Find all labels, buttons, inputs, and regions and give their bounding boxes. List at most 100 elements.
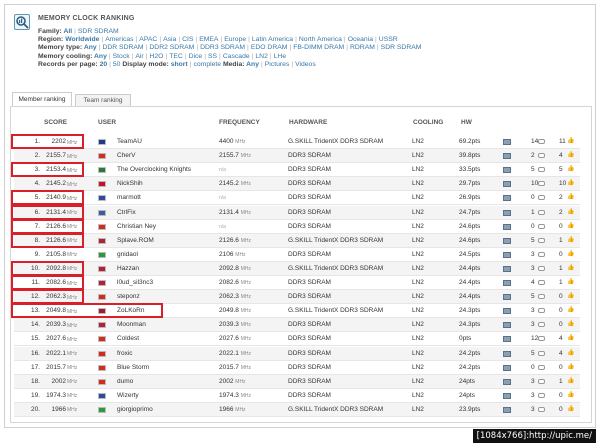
user-link[interactable]: TeamAU xyxy=(117,138,142,145)
filter-option[interactable]: North America xyxy=(299,36,342,43)
table-row[interactable]: 12. 2062.3 MHz steponz 2062.3 MHz DDR3 SDRAM L… xyxy=(14,290,580,305)
camera-icon[interactable] xyxy=(503,406,511,413)
user-link[interactable]: CherV xyxy=(117,152,135,159)
column-score[interactable]: SCORE xyxy=(44,119,67,126)
filter-option[interactable]: Oceania xyxy=(348,36,373,43)
thumbs-up-icon[interactable]: 👍 xyxy=(567,278,574,285)
camera-icon[interactable] xyxy=(503,153,511,160)
filter-option[interactable]: complete xyxy=(193,61,221,68)
camera-icon[interactable] xyxy=(503,167,511,174)
camera-icon[interactable] xyxy=(503,294,511,301)
filter-option[interactable]: Stock xyxy=(113,53,130,60)
thumbs-up-icon[interactable]: 👍 xyxy=(567,391,574,398)
comment-icon[interactable] xyxy=(538,406,545,412)
comment-icon[interactable] xyxy=(538,392,545,398)
hardware-link[interactable]: DDR3 SDRAM xyxy=(288,251,331,258)
thumbs-up-icon[interactable]: 👍 xyxy=(567,349,574,356)
comment-icon[interactable] xyxy=(538,322,545,328)
camera-icon[interactable] xyxy=(503,181,511,188)
comment-icon[interactable] xyxy=(538,378,545,384)
comment-icon[interactable] xyxy=(538,167,545,173)
table-row[interactable]: 7. 2126.6 MHz Christian Ney n/a DDR3 SDRAM LN2… xyxy=(14,220,580,234)
thumbs-up-icon[interactable]: 👍 xyxy=(567,236,574,243)
table-row[interactable]: 15. 2027.6 MHz Coldest 2027.6 MHz DDR3 SDRAM L… xyxy=(14,332,580,347)
comment-icon[interactable] xyxy=(538,139,545,144)
filter-option[interactable]: Pictures xyxy=(265,61,290,68)
hardware-link[interactable]: DDR3 SDRAM xyxy=(288,166,331,173)
filter-option[interactable]: SDR SDRAM xyxy=(78,28,119,35)
table-row[interactable]: 9. 2105.8 MHz gnidaol 2106 MHz DDR3 SDRAM LN2 2… xyxy=(14,248,580,262)
camera-icon[interactable] xyxy=(503,195,511,202)
camera-icon[interactable] xyxy=(503,322,511,329)
camera-icon[interactable] xyxy=(503,223,511,230)
table-row[interactable]: 11. 2082.6 MHz l0ud_sil3nc3 2082.6 MHz DDR3 S… xyxy=(14,276,580,290)
filter-option[interactable]: DDR3 SDRAM xyxy=(200,44,245,51)
thumbs-up-icon[interactable]: 👍 xyxy=(567,179,574,186)
comment-icon[interactable] xyxy=(538,153,545,159)
hardware-link[interactable]: DDR3 SDRAM xyxy=(288,364,331,371)
table-row[interactable]: 14. 2039.3 MHz Moonman 2039.3 MHz DDR3 SDRAM L… xyxy=(14,318,580,333)
filter-option[interactable]: SDR SDRAM xyxy=(381,44,422,51)
user-link[interactable]: Blue Storm xyxy=(117,364,149,371)
hardware-link[interactable]: DDR3 SDRAM xyxy=(288,293,331,300)
hardware-link[interactable]: DDR3 SDRAM xyxy=(288,194,331,201)
user-link[interactable]: The Overclocking Knights xyxy=(117,166,191,173)
hardware-link[interactable]: DDR3 SDRAM xyxy=(288,378,331,385)
hardware-link[interactable]: DDR3 SDRAM xyxy=(288,392,331,399)
hardware-link[interactable]: DDR3 SDRAM xyxy=(288,152,331,159)
thumbs-up-icon[interactable]: 👍 xyxy=(567,151,574,158)
hardware-link[interactable]: DDR3 SDRAM xyxy=(288,279,331,286)
thumbs-up-icon[interactable]: 👍 xyxy=(567,208,574,215)
thumbs-up-icon[interactable]: 👍 xyxy=(567,165,574,172)
filter-option[interactable]: DDR SDRAM xyxy=(102,44,143,51)
filter-option[interactable]: 50 xyxy=(113,61,121,68)
comment-icon[interactable] xyxy=(538,308,545,314)
filter-option[interactable]: Any xyxy=(246,61,259,68)
comment-icon[interactable] xyxy=(538,350,545,356)
camera-icon[interactable] xyxy=(503,350,511,357)
camera-icon[interactable] xyxy=(503,251,511,258)
camera-icon[interactable] xyxy=(503,265,511,272)
thumbs-up-icon[interactable]: 👍 xyxy=(567,193,574,200)
filter-option[interactable]: Europe xyxy=(224,36,246,43)
thumbs-up-icon[interactable]: 👍 xyxy=(567,137,574,144)
column-cooling[interactable]: COOLING xyxy=(413,119,443,126)
thumbs-up-icon[interactable]: 👍 xyxy=(567,405,574,412)
user-link[interactable]: Coldest xyxy=(117,335,139,342)
table-row[interactable]: 8. 2126.6 MHz Splave.ROM 2126.6 MHz G.SKILL T… xyxy=(14,233,580,248)
user-link[interactable]: Hazzan xyxy=(117,265,139,272)
filter-option[interactable]: FB-DIMM DRAM xyxy=(293,44,344,51)
camera-icon[interactable] xyxy=(503,209,511,216)
table-row[interactable]: 2. 2155.7 MHz CherV 2155.7 MHz DDR3 SDRAM LN2 3… xyxy=(14,149,580,164)
thumbs-up-icon[interactable]: 👍 xyxy=(567,250,574,257)
filter-option[interactable]: H2O xyxy=(149,53,163,60)
comment-icon[interactable] xyxy=(538,195,545,201)
hardware-link[interactable]: DDR3 SDRAM xyxy=(288,350,331,357)
filter-option[interactable]: EDO DRAM xyxy=(251,44,288,51)
table-row[interactable]: 17. 2015.7 MHz Blue Storm 2015.7 MHz DDR3 SDR… xyxy=(14,361,580,375)
column-hardware[interactable]: HARDWARE xyxy=(289,119,327,126)
hardware-link[interactable]: G.SKILL TridentX DDR3 SDRAM xyxy=(288,237,383,244)
filter-option[interactable]: DDR2 SDRAM xyxy=(149,44,194,51)
thumbs-up-icon[interactable]: 👍 xyxy=(567,222,574,229)
thumbs-up-icon[interactable]: 👍 xyxy=(567,264,574,271)
filter-option[interactable]: Latin America xyxy=(252,36,293,43)
hardware-link[interactable]: DDR3 SDRAM xyxy=(288,209,331,216)
comment-icon[interactable] xyxy=(538,237,545,243)
table-row[interactable]: 16. 2022.1 MHz froxic 2022.1 MHz DDR3 SDRAM LN… xyxy=(14,346,580,361)
filter-option[interactable]: Any xyxy=(84,44,97,51)
comment-icon[interactable] xyxy=(538,364,545,370)
filter-option[interactable]: Asia xyxy=(163,36,176,43)
camera-icon[interactable] xyxy=(503,364,511,371)
comment-icon[interactable] xyxy=(538,223,545,229)
filter-option[interactable]: USSR xyxy=(379,36,398,43)
user-link[interactable]: Christian Ney xyxy=(117,223,156,230)
column-hw[interactable]: HW xyxy=(461,119,472,126)
comment-icon[interactable] xyxy=(538,294,545,300)
user-link[interactable]: dumo xyxy=(117,378,133,385)
filter-option[interactable]: Americas xyxy=(105,36,133,43)
comment-icon[interactable] xyxy=(538,336,545,342)
filter-option[interactable]: Air xyxy=(135,53,143,60)
thumbs-up-icon[interactable]: 👍 xyxy=(567,334,574,341)
hardware-link[interactable]: DDR3 SDRAM xyxy=(288,223,331,230)
